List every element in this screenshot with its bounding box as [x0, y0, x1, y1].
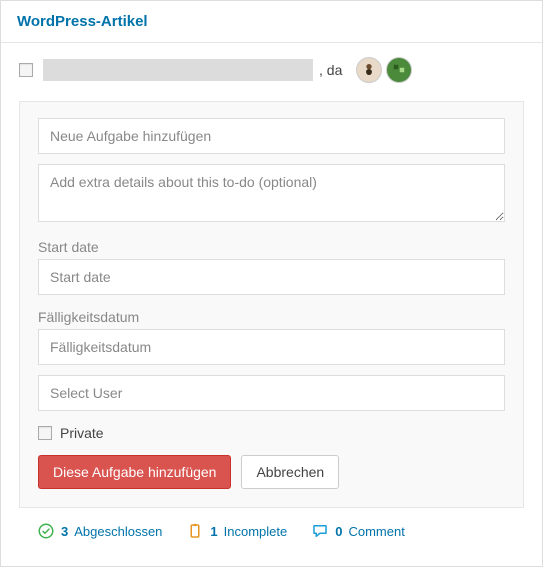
add-todo-form: Start date Fälligkeitsdatum Private Dies… — [19, 101, 524, 508]
due-date-input[interactable] — [38, 329, 505, 365]
assignee-avatars — [356, 57, 412, 83]
button-row: Diese Aufgabe hinzufügen Abbrechen — [38, 455, 505, 489]
panel-header: WordPress-Artikel — [1, 1, 542, 43]
todo-title-redacted — [43, 59, 313, 81]
cancel-button[interactable]: Abbrechen — [241, 455, 339, 489]
panel: WordPress-Artikel , da Start date Fällig… — [0, 0, 543, 567]
todo-checkbox[interactable] — [19, 63, 33, 77]
todo-details-input[interactable] — [38, 164, 505, 222]
footer: 3 Abgeschlossen 1 Incomplete 0 Comment — [19, 508, 524, 556]
check-circle-icon — [37, 522, 55, 540]
start-date-label: Start date — [38, 239, 505, 255]
select-user-input[interactable] — [38, 375, 505, 411]
avatar[interactable] — [386, 57, 412, 83]
private-label: Private — [60, 425, 104, 441]
todo-item-row: , da — [19, 57, 524, 83]
completed-count: 3 — [61, 524, 68, 539]
comment-label: Comment — [348, 524, 404, 539]
private-row: Private — [38, 425, 505, 441]
add-task-button[interactable]: Diese Aufgabe hinzufügen — [38, 455, 231, 489]
due-date-label: Fälligkeitsdatum — [38, 309, 505, 325]
incomplete-link[interactable]: 1 Incomplete — [186, 522, 287, 540]
comment-link[interactable]: 0 Comment — [311, 522, 405, 540]
avatar[interactable] — [356, 57, 382, 83]
comment-icon — [311, 522, 329, 540]
todo-title-input[interactable] — [38, 118, 505, 154]
panel-content: , da Start date Fälligkeitsdatum Private — [1, 43, 542, 566]
private-checkbox[interactable] — [38, 426, 52, 440]
comment-count: 0 — [335, 524, 342, 539]
todo-suffix: , da — [319, 62, 342, 78]
panel-title: WordPress-Artikel — [17, 13, 148, 30]
clipboard-icon — [186, 522, 204, 540]
incomplete-label: Incomplete — [224, 524, 288, 539]
start-date-input[interactable] — [38, 259, 505, 295]
completed-label: Abgeschlossen — [74, 524, 162, 539]
incomplete-count: 1 — [210, 524, 217, 539]
completed-link[interactable]: 3 Abgeschlossen — [37, 522, 162, 540]
